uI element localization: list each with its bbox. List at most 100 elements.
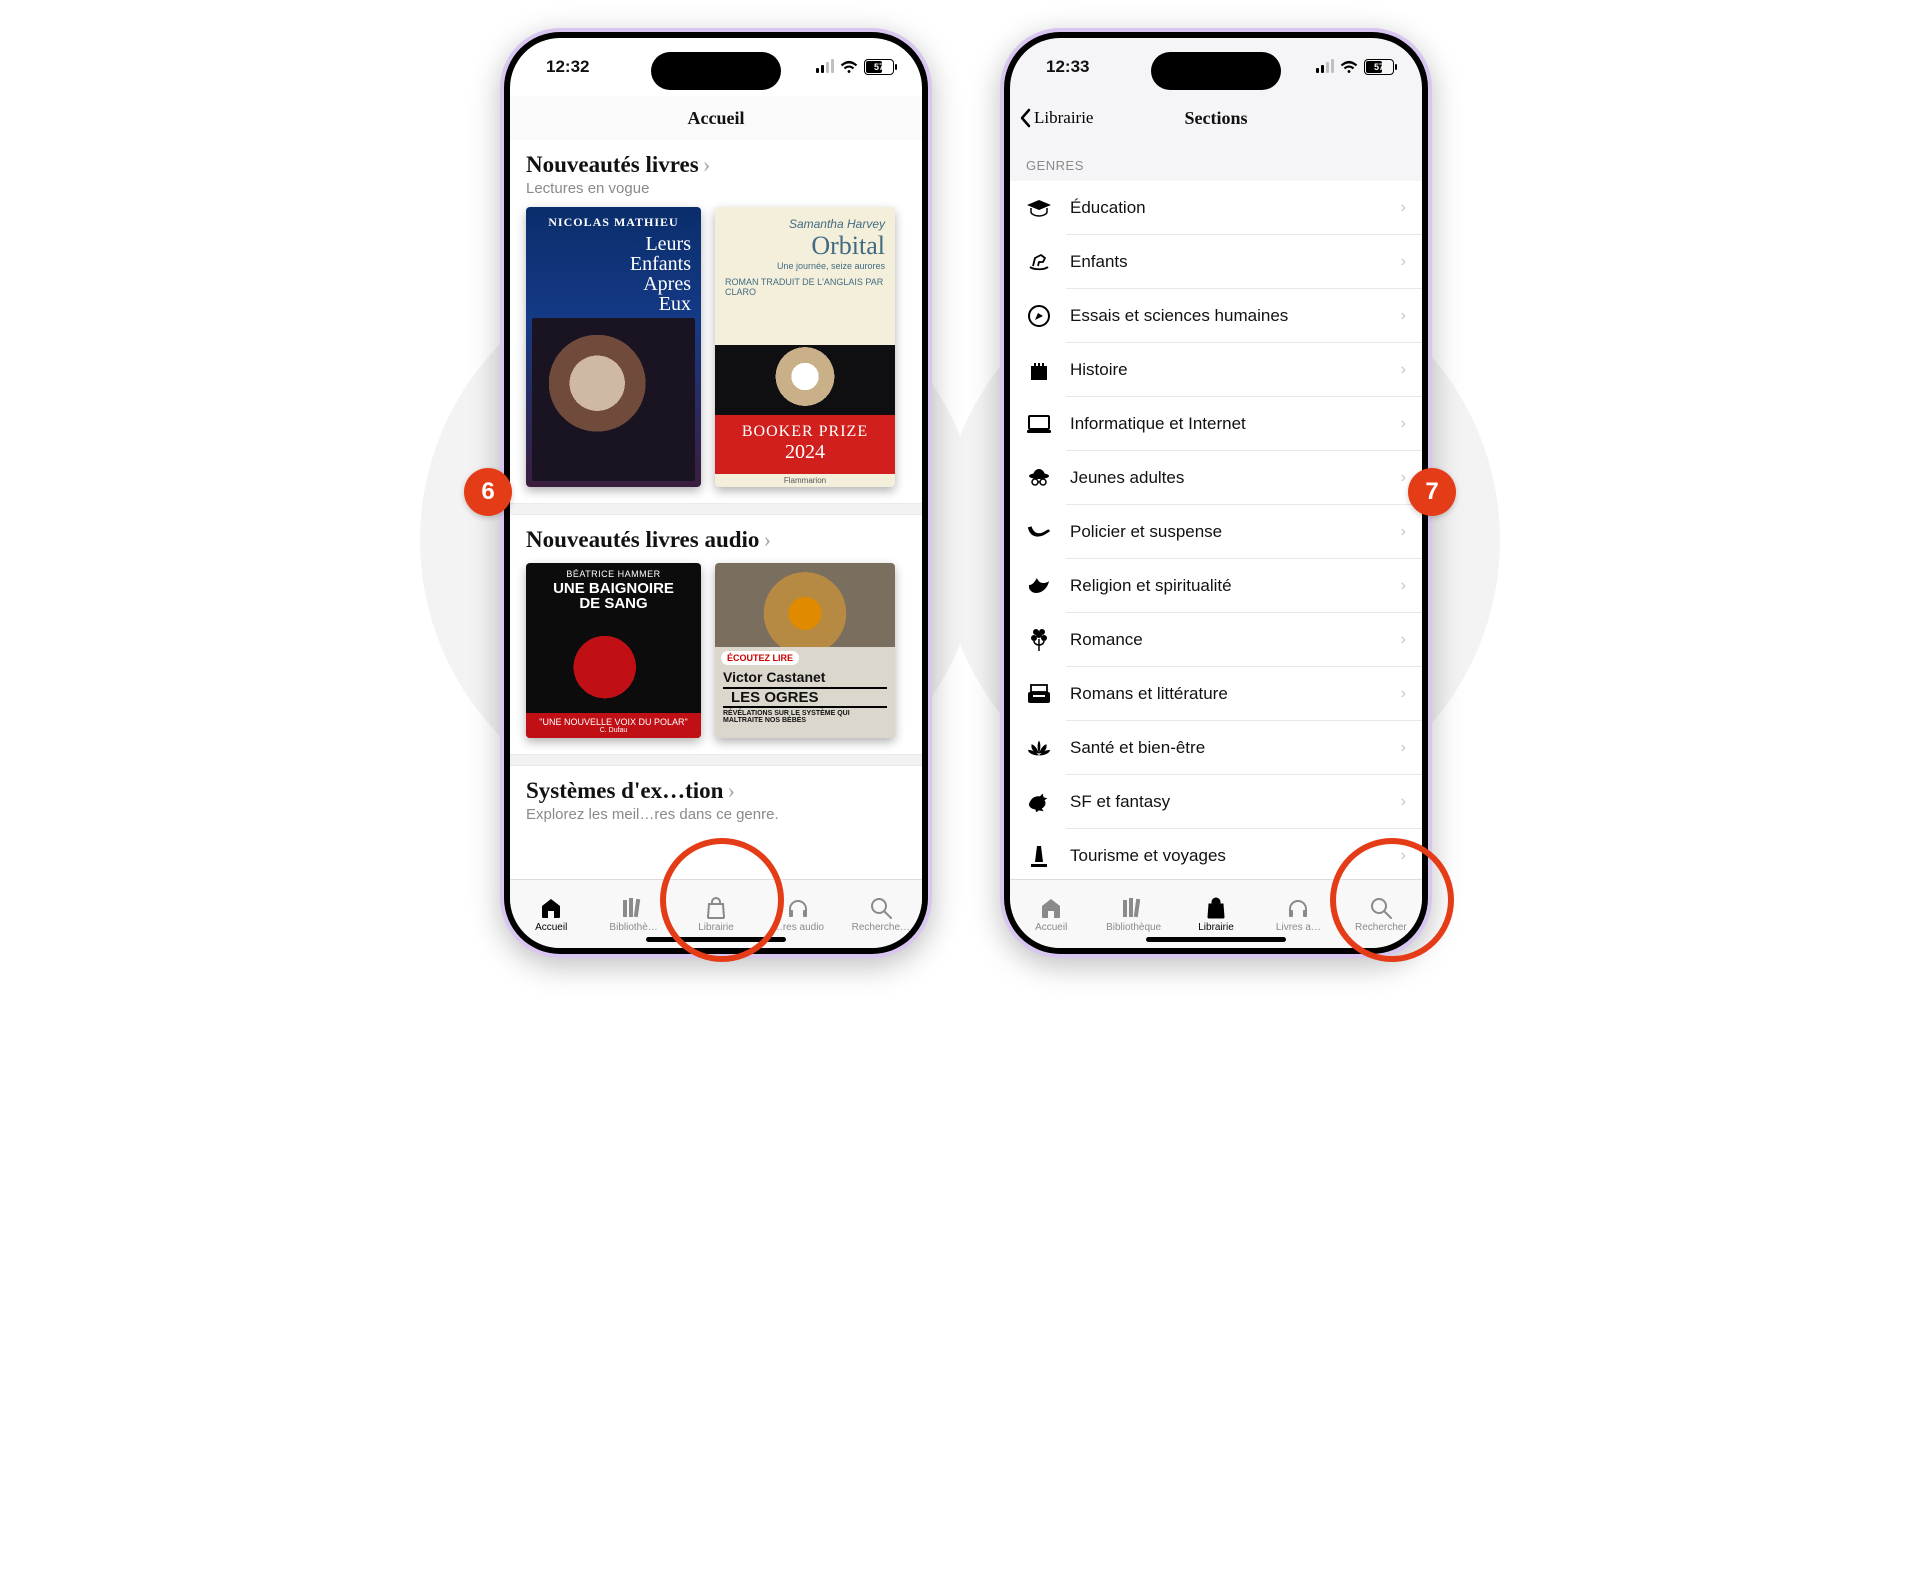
audiobook-cover[interactable]: ÉCOUTEZ LIRE Victor Castanet LES OGRES R…: [715, 563, 895, 738]
audiobook-cover[interactable]: BÉATRICE HAMMER UNE BAIGNOIRE DE SANG "U…: [526, 563, 701, 738]
phone-left: 12:32 57 Accueil Nouveautés livres ›: [500, 28, 932, 958]
cover-art: [526, 611, 701, 713]
section-header-systems[interactable]: Systèmes d'ex…tion ›: [526, 778, 906, 804]
nav-header: Accueil: [510, 96, 922, 141]
chevron-right-icon: ›: [1401, 253, 1406, 271]
genre-cell[interactable]: Informatique et Internet›: [1010, 397, 1422, 451]
typewriter-icon: [1026, 681, 1052, 707]
bag-icon: [1204, 896, 1228, 920]
signal-icon: [1316, 61, 1334, 73]
genre-cell[interactable]: Éducation›: [1010, 181, 1422, 235]
signal-icon: [816, 61, 834, 73]
book-cover[interactable]: Samantha Harvey Orbital Une journée, sei…: [715, 207, 895, 487]
section-divider: [510, 754, 922, 766]
genre-cell[interactable]: Policier et suspense ›: [1010, 505, 1422, 559]
status-time: 12:33: [1046, 57, 1089, 77]
genre-cell[interactable]: Religion et spiritualité ›: [1010, 559, 1422, 613]
home-indicator[interactable]: [1146, 937, 1286, 942]
genre-cell[interactable]: Histoire ›: [1010, 343, 1422, 397]
dove-icon: [1026, 573, 1052, 599]
section-header-new-books[interactable]: Nouveautés livres ›: [526, 152, 906, 178]
genre-label: Tourisme et voyages: [1070, 846, 1383, 866]
genre-list: Éducation›Enfants›Essais et sciences hum…: [1010, 181, 1422, 880]
chevron-right-icon: ›: [1401, 577, 1406, 595]
chevron-right-icon: ›: [1401, 685, 1406, 703]
group-header-genres: GENRES: [1010, 140, 1422, 181]
genre-cell[interactable]: Santé et bien-être ›: [1010, 721, 1422, 775]
genre-label: Essais et sciences humaines: [1070, 306, 1383, 326]
book-row[interactable]: NICOLAS MATHIEU Leurs Enfants Apres Eux …: [510, 207, 922, 503]
genre-label: SF et fantasy: [1070, 792, 1383, 812]
computer-icon: [1026, 411, 1052, 437]
genre-label: Policier et suspense: [1070, 522, 1383, 542]
castle-icon: [1026, 357, 1052, 383]
tab-rechercher[interactable]: Recherche…: [840, 880, 922, 948]
house-icon: [1039, 896, 1063, 920]
section-header-new-audiobooks[interactable]: Nouveautés livres audio ›: [526, 527, 906, 553]
headphones-icon: [786, 896, 810, 920]
chevron-right-icon: ›: [1401, 361, 1406, 379]
book-cover[interactable]: NICOLAS MATHIEU Leurs Enfants Apres Eux: [526, 207, 701, 487]
genre-cell[interactable]: Romans et littérature ›: [1010, 667, 1422, 721]
section-subtitle: Explorez les meil…res dans ce genre.: [526, 806, 906, 823]
nav-header: Librairie Sections: [1010, 96, 1422, 141]
headphones-icon: [1286, 896, 1310, 920]
monument-icon: [1026, 843, 1052, 869]
chevron-right-icon: ›: [1401, 739, 1406, 757]
genre-cell[interactable]: Essais et sciences humaines›: [1010, 289, 1422, 343]
chevron-right-icon: ›: [1401, 469, 1406, 487]
status-time: 12:32: [546, 57, 589, 77]
flower-icon: [1026, 627, 1052, 653]
genre-cell[interactable]: SF et fantasy ›: [1010, 775, 1422, 829]
audiobook-row[interactable]: BÉATRICE HAMMER UNE BAIGNOIRE DE SANG "U…: [510, 553, 922, 754]
genre-label: Jeunes adultes: [1070, 468, 1383, 488]
content-area[interactable]: GENRES Éducation›Enfants›Essais et scien…: [1010, 140, 1422, 880]
pipe-icon: [1026, 519, 1052, 545]
spy-icon: [1026, 465, 1052, 491]
tab-accueil[interactable]: Accueil: [1010, 880, 1092, 948]
chevron-right-icon: ›: [1401, 793, 1406, 811]
cover-art: [715, 345, 895, 415]
genre-label: Enfants: [1070, 252, 1383, 272]
battery-icon: 57: [1364, 59, 1394, 75]
wifi-icon: [1340, 60, 1358, 74]
dragon-icon: [1026, 789, 1052, 815]
chevron-right-icon: ›: [703, 152, 711, 178]
section-subtitle: Lectures en vogue: [526, 180, 906, 197]
cover-art: [532, 318, 695, 481]
magnifier-icon: [870, 896, 892, 920]
rocking-horse-icon: [1026, 249, 1052, 275]
dynamic-island: [651, 52, 781, 90]
genre-cell[interactable]: Jeunes adultes ›: [1010, 451, 1422, 505]
chevron-left-icon: [1018, 108, 1032, 128]
section-divider: [510, 503, 922, 515]
chevron-right-icon: ›: [763, 527, 771, 553]
genre-label: Santé et bien-être: [1070, 738, 1383, 758]
genre-label: Romance: [1070, 630, 1383, 650]
wifi-icon: [840, 60, 858, 74]
books-icon: [1121, 896, 1147, 920]
highlight-ring: [660, 838, 784, 962]
genre-label: Histoire: [1070, 360, 1383, 380]
house-icon: [539, 896, 563, 920]
page-title: Sections: [1185, 108, 1248, 129]
step-badge-6: 6: [464, 468, 512, 516]
chevron-right-icon: ›: [1401, 523, 1406, 541]
lotus-icon: [1026, 735, 1052, 761]
genre-cell[interactable]: Romance ›: [1010, 613, 1422, 667]
genre-label: Romans et littérature: [1070, 684, 1383, 704]
chevron-right-icon: ›: [1401, 631, 1406, 649]
graduation-icon: [1026, 195, 1052, 221]
genre-label: Religion et spiritualité: [1070, 576, 1383, 596]
dynamic-island: [1151, 52, 1281, 90]
genre-cell[interactable]: Enfants ›: [1010, 235, 1422, 289]
stage: 6 7 12:32 57 Accueil: [360, 0, 1560, 990]
back-button[interactable]: Librairie: [1018, 96, 1093, 140]
cover-art: [715, 563, 895, 647]
compass-icon: [1026, 303, 1052, 329]
page-title: Accueil: [688, 108, 745, 129]
content-area[interactable]: Nouveautés livres › Lectures en vogue NI…: [510, 140, 922, 880]
tab-accueil[interactable]: Accueil: [510, 880, 592, 948]
genre-label: Éducation: [1070, 198, 1383, 218]
chevron-right-icon: ›: [727, 778, 735, 804]
